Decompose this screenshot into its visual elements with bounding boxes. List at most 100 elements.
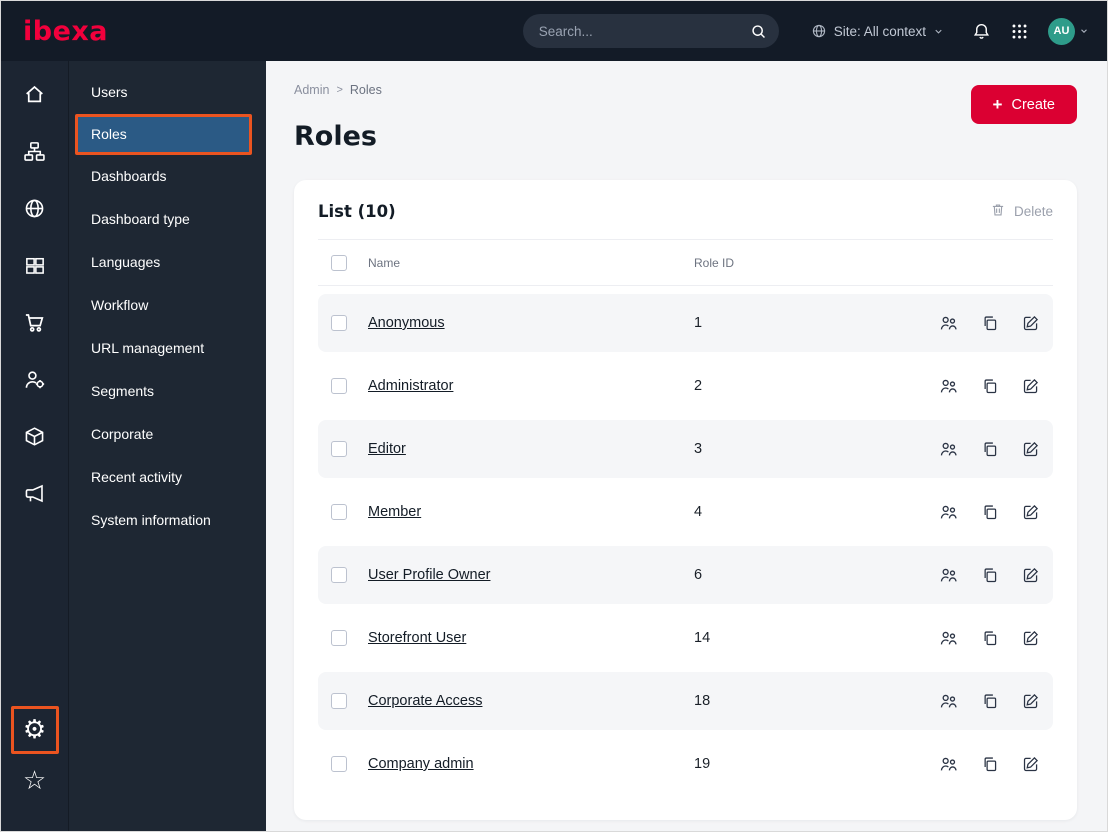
user-avatar[interactable]: AU [1048, 17, 1075, 45]
edit-icon[interactable] [1022, 692, 1040, 711]
assign-users-icon[interactable] [939, 377, 958, 396]
copy-icon[interactable] [981, 440, 999, 459]
sidebar-item-languages[interactable]: Languages [69, 241, 266, 284]
breadcrumb-roles: Roles [349, 83, 382, 97]
role-name-link[interactable]: Company admin [368, 756, 694, 772]
nav-content-tree-icon[interactable] [15, 135, 55, 168]
search-icon[interactable] [750, 23, 767, 40]
nav-marketing-megaphone-icon[interactable] [15, 477, 55, 510]
edit-icon[interactable] [1022, 314, 1040, 333]
plus-icon: + [992, 95, 1003, 114]
role-name-link[interactable]: Corporate Access [368, 693, 694, 709]
copy-icon[interactable] [981, 314, 999, 333]
nav-store-icon[interactable] [15, 420, 55, 453]
row-checkbox[interactable] [331, 630, 347, 646]
table-row: Editor 3 [318, 420, 1053, 478]
edit-icon[interactable] [1022, 440, 1040, 459]
column-header-role-id[interactable]: Role ID [694, 256, 934, 270]
copy-icon[interactable] [981, 503, 999, 522]
nav-commerce-cart-icon[interactable] [15, 306, 55, 339]
settings-gear-icon[interactable]: ⚙ [23, 717, 46, 743]
assign-users-icon[interactable] [939, 440, 958, 459]
user-menu[interactable]: AU [1048, 17, 1089, 45]
globe-icon [811, 23, 827, 39]
row-checkbox[interactable] [331, 315, 347, 331]
apps-grid-icon[interactable] [1011, 23, 1028, 40]
ibexa-logo[interactable]: ibexa [23, 18, 108, 45]
table-header: Name Role ID [318, 240, 1053, 286]
main-nav-rail: ⚙ ☆ [1, 61, 69, 831]
sidebar-item-segments[interactable]: Segments [69, 370, 266, 413]
sidebar-item-corporate[interactable]: Corporate [69, 413, 266, 456]
breadcrumb: Admin > Roles [294, 83, 382, 97]
table-row: Anonymous 1 [318, 294, 1053, 352]
edit-icon[interactable] [1022, 566, 1040, 585]
sidebar-item-dashboards[interactable]: Dashboards [69, 155, 266, 198]
settings-highlight-box: ⚙ [10, 706, 59, 754]
create-button[interactable]: + Create [970, 85, 1077, 124]
assign-users-icon[interactable] [939, 755, 958, 774]
assign-users-icon[interactable] [939, 629, 958, 648]
sidebar-item-roles[interactable]: Roles [75, 114, 252, 155]
column-header-name[interactable]: Name [368, 256, 694, 270]
breadcrumb-separator: > [336, 84, 343, 96]
nav-site-globe-icon[interactable] [15, 192, 55, 225]
search-input[interactable] [538, 23, 750, 39]
table-body: Anonymous 1 Administrator 2 Editor 3 Mem… [318, 286, 1053, 793]
sidebar-item-system-information[interactable]: System information [69, 499, 266, 542]
sidebar-item-url-management[interactable]: URL management [69, 327, 266, 370]
sidebar-item-recent-activity[interactable]: Recent activity [69, 456, 266, 499]
copy-icon[interactable] [981, 566, 999, 585]
role-name-link[interactable]: Anonymous [368, 315, 694, 331]
select-all-checkbox[interactable] [331, 254, 347, 271]
breadcrumb-admin[interactable]: Admin [294, 83, 329, 97]
role-name-link[interactable]: Editor [368, 441, 694, 457]
edit-icon[interactable] [1022, 377, 1040, 396]
trash-icon [990, 202, 1006, 221]
row-checkbox[interactable] [331, 693, 347, 709]
table-row: Member 4 [318, 483, 1053, 541]
page-title: Roles [294, 121, 377, 152]
role-name-link[interactable]: Member [368, 504, 694, 520]
assign-users-icon[interactable] [939, 566, 958, 585]
main-content: Admin > Roles Roles + Create List (10) D… [266, 61, 1107, 831]
assign-users-icon[interactable] [939, 503, 958, 522]
global-search[interactable] [522, 14, 779, 48]
delete-button[interactable]: Delete [990, 202, 1053, 221]
table-row: Company admin 19 [318, 735, 1053, 793]
role-name-link[interactable]: User Profile Owner [368, 567, 694, 583]
edit-icon[interactable] [1022, 629, 1040, 648]
row-checkbox[interactable] [331, 441, 347, 457]
role-id-value: 2 [694, 378, 703, 394]
copy-icon[interactable] [981, 629, 999, 648]
list-title: List (10) [318, 202, 396, 221]
role-name-link[interactable]: Storefront User [368, 630, 694, 646]
sidebar-item-workflow[interactable]: Workflow [69, 284, 266, 327]
notifications-bell-icon[interactable] [972, 22, 991, 41]
row-checkbox[interactable] [331, 567, 347, 583]
favorites-star-icon[interactable]: ☆ [15, 764, 55, 797]
row-checkbox[interactable] [331, 504, 347, 520]
sidebar-item-dashboard-type[interactable]: Dashboard type [69, 198, 266, 241]
table-row: Corporate Access 18 [318, 672, 1053, 730]
role-id-value: 19 [694, 756, 711, 772]
site-context-selector[interactable]: Site: All context [811, 23, 944, 39]
copy-icon[interactable] [981, 755, 999, 774]
copy-icon[interactable] [981, 377, 999, 396]
nav-customers-icon[interactable] [15, 363, 55, 396]
row-checkbox[interactable] [331, 756, 347, 772]
row-checkbox[interactable] [331, 378, 347, 394]
nav-home-icon[interactable] [15, 78, 55, 111]
nav-product-catalog-icon[interactable] [15, 249, 55, 282]
edit-icon[interactable] [1022, 755, 1040, 774]
assign-users-icon[interactable] [939, 314, 958, 333]
role-id-value: 3 [694, 441, 703, 457]
edit-icon[interactable] [1022, 503, 1040, 522]
role-name-link[interactable]: Administrator [368, 378, 694, 394]
sidebar-item-users[interactable]: Users [69, 71, 266, 114]
copy-icon[interactable] [981, 692, 999, 711]
chevron-down-icon [933, 26, 944, 37]
admin-sidebar: Users Roles Dashboards Dashboard type La… [69, 61, 266, 831]
assign-users-icon[interactable] [939, 692, 958, 711]
site-context-label: Site: All context [833, 23, 926, 39]
